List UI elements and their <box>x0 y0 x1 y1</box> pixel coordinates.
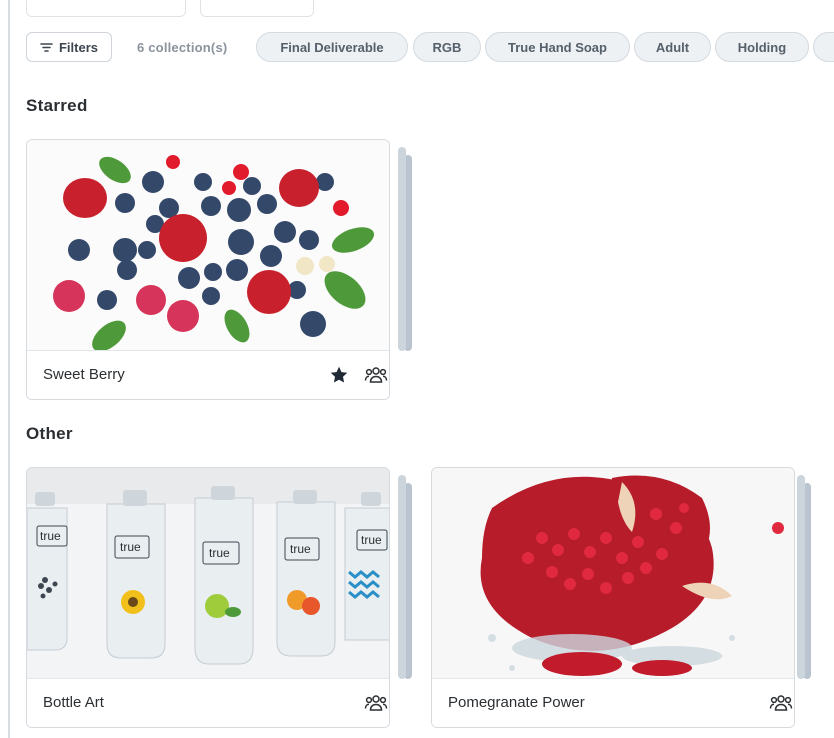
card-body: Sweet Berry <box>26 139 390 400</box>
thumbnail-pomegranate[interactable] <box>432 468 794 680</box>
chip-final-deliverable[interactable]: Final Deliverable <box>256 32 408 62</box>
card-body: Pomegranate Power <box>431 467 795 728</box>
card-caption: Sweet Berry <box>27 350 389 399</box>
chip-rgb[interactable]: RGB <box>413 32 481 62</box>
left-rail <box>8 0 10 738</box>
top-input-stub[interactable] <box>26 0 186 17</box>
bottle-label: true <box>209 546 230 560</box>
filters-button[interactable]: Filters <box>26 32 112 62</box>
card-caption: Bottle Art <box>27 678 389 727</box>
bottle-label: true <box>40 529 61 543</box>
section-title-starred: Starred <box>26 96 88 115</box>
users-group-icon[interactable] <box>364 363 388 387</box>
bottle-label: true <box>290 542 311 556</box>
card-title: Bottle Art <box>43 694 104 711</box>
thumbnail-bottles[interactable]: true true true true true <box>27 468 389 680</box>
collection-card-pomegranate-power[interactable]: Pomegranate Power <box>431 467 811 728</box>
section-title-other: Other <box>26 424 73 443</box>
collection-count: 6 collection(s) <box>137 40 228 55</box>
card-caption: Pomegranate Power <box>432 678 794 727</box>
chip-overflow[interactable] <box>813 32 834 62</box>
chip-adult[interactable]: Adult <box>634 32 711 62</box>
stack-edge <box>797 475 805 679</box>
stack-edge <box>398 475 406 679</box>
thumbnail-berries[interactable] <box>27 140 389 352</box>
bottle-label: true <box>120 540 141 554</box>
star-icon[interactable] <box>327 363 351 387</box>
card-title: Pomegranate Power <box>448 694 585 711</box>
filter-lines-icon <box>40 42 53 53</box>
users-group-icon[interactable] <box>769 691 793 715</box>
filters-label: Filters <box>58 39 98 55</box>
chip-true-hand-soap[interactable]: True Hand Soap <box>485 32 630 62</box>
card-body: true true true true true Bottle Art <box>26 467 390 728</box>
card-title: Sweet Berry <box>43 366 125 383</box>
chip-holding[interactable]: Holding <box>715 32 809 62</box>
stack-edge <box>398 147 406 351</box>
collection-card-sweet-berry[interactable]: Sweet Berry <box>26 139 412 400</box>
bottle-label: true <box>361 533 382 547</box>
top-select-stub[interactable] <box>200 0 314 17</box>
users-group-icon[interactable] <box>364 691 388 715</box>
filter-bar: Filters 6 collection(s) Final Deliverabl… <box>26 32 834 64</box>
collection-card-bottle-art[interactable]: true true true true true Bottle Art <box>26 467 412 728</box>
